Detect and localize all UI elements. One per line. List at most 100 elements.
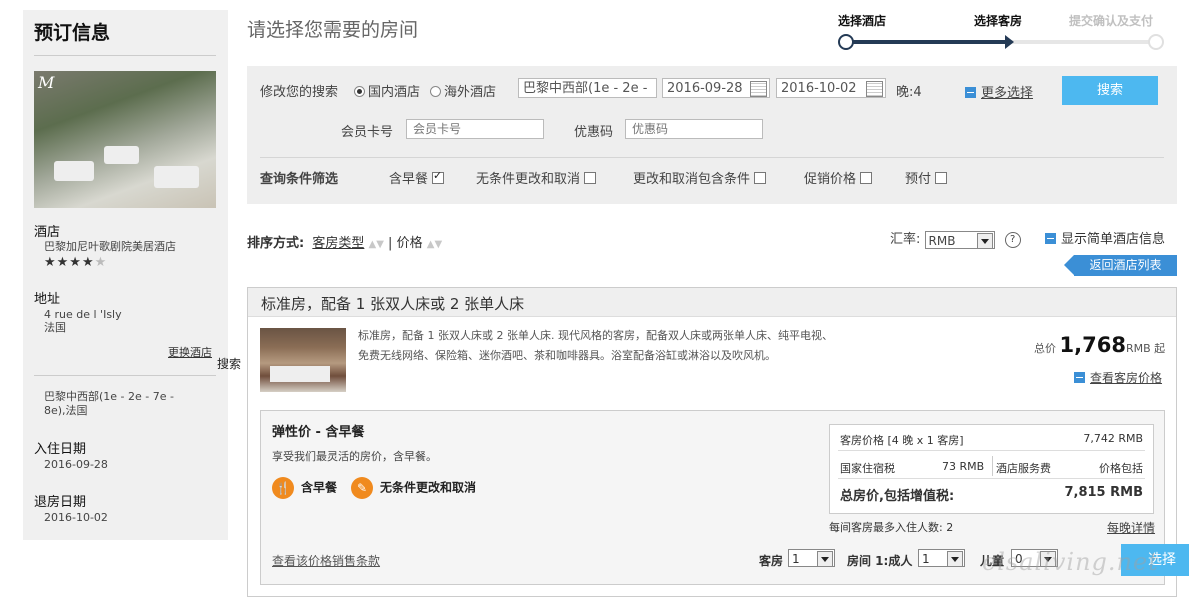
sidebar-title: 预订信息	[34, 22, 111, 44]
view-room-prices-link[interactable]: 查看客房价格	[1074, 369, 1162, 386]
currency-label: 汇率:	[890, 232, 921, 247]
checkout-date: 2016-10-02	[44, 511, 108, 524]
filter-prepaid[interactable]: 预付	[905, 168, 948, 187]
edit-icon: ✎	[351, 477, 373, 499]
rooms-select[interactable]: 1	[788, 549, 835, 567]
room-header: 标准房，配备 1 张双人床或 2 张单人床	[248, 288, 1176, 317]
currency-select[interactable]: RMB	[924, 230, 995, 249]
checkout-label: 退房日期	[34, 495, 87, 510]
page-title: 请选择您需要的房间	[247, 19, 419, 41]
search-panel: 修改您的搜索 国内酒店 海外酒店 巴黎中西部(1e - 2e - 2016-09…	[247, 66, 1177, 204]
calendar-icon[interactable]	[866, 81, 883, 97]
back-to-list-button[interactable]: 返回酒店列表	[1064, 255, 1177, 276]
member-card-field[interactable]	[411, 121, 547, 137]
adults-select[interactable]: 1	[918, 549, 965, 567]
collapse-icon[interactable]	[1074, 372, 1085, 383]
chevron-down-icon[interactable]	[976, 232, 993, 249]
step-confirm-pay: 提交确认及支付	[1069, 14, 1154, 28]
radio-icon[interactable]	[430, 86, 441, 97]
filter-free-cancel[interactable]: 无条件更改和取消	[476, 168, 597, 187]
radio-selected-icon[interactable]	[354, 86, 365, 97]
step-select-room: 选择客房	[974, 14, 1023, 28]
rate-subtitle: 享受我们最灵活的房价，含早餐。	[272, 450, 437, 463]
sort-desc-icon[interactable]: ▼	[434, 239, 442, 250]
feature-breakfast: 🍴 含早餐	[272, 477, 337, 499]
checkout-input[interactable]: 2016-10-02	[776, 78, 886, 98]
divider	[34, 375, 216, 376]
sort-room-type[interactable]: 客房类型	[312, 236, 364, 251]
nights-count: 晚:4	[896, 85, 922, 100]
member-card-label: 会员卡号	[341, 125, 394, 140]
room-total-price: 总价 1,768RMB 起	[1034, 333, 1166, 357]
watermark: elsaliving.net	[982, 548, 1159, 576]
progress-arrow-icon	[1005, 35, 1014, 49]
promo-code-label: 优惠码	[574, 125, 614, 140]
promo-code-input[interactable]	[625, 119, 766, 139]
collapse-icon[interactable]	[1045, 233, 1056, 244]
progress-track-done	[848, 40, 1006, 44]
step-start-circle-icon	[838, 34, 854, 50]
simple-info-toggle[interactable]: 显示简单酒店信息	[1045, 228, 1165, 247]
booking-sidebar: 预订信息 M 酒店 巴黎加尼叶歌剧院美居酒店 ★★★★★ 地址 4 rue de…	[23, 10, 228, 540]
step-select-hotel: 选择酒店	[838, 14, 887, 28]
star-rating: ★★★★★	[44, 255, 108, 270]
sort-price[interactable]: 价格	[397, 236, 423, 251]
divider	[260, 157, 1164, 158]
feature-free-cancel: ✎ 无条件更改和取消	[351, 477, 476, 499]
nightly-details-link[interactable]: 每晚详情	[1107, 519, 1155, 536]
checkin-input[interactable]: 2016-09-28	[662, 78, 770, 98]
sales-terms-link[interactable]: 查看该价格销售条款	[272, 552, 380, 569]
calendar-icon[interactable]	[750, 81, 767, 97]
chevron-down-icon[interactable]	[817, 551, 833, 567]
collapse-icon[interactable]	[965, 87, 976, 98]
change-hotel-link[interactable]: 更换酒店	[168, 344, 212, 360]
hotel-photo: M	[34, 71, 216, 208]
hotel-name: 巴黎加尼叶歌剧院美居酒店	[44, 240, 176, 253]
checkbox-icon[interactable]	[584, 172, 597, 184]
filter-breakfast[interactable]: 含早餐	[389, 168, 445, 187]
checkbox-icon[interactable]	[860, 172, 873, 184]
room-title: 标准房，配备 1 张双人床或 2 张单人床	[261, 295, 525, 313]
progress-steps: 选择酒店 选择客房 提交确认及支付	[838, 12, 1178, 57]
mercure-logo: M	[38, 73, 55, 92]
hotel-label: 酒店	[34, 225, 61, 240]
checkbox-icon[interactable]	[754, 172, 767, 184]
address-label: 地址	[34, 292, 61, 307]
destination-input[interactable]: 巴黎中西部(1e - 2e -	[518, 78, 657, 98]
filter-conditional-cancel[interactable]: 更改和取消包含条件	[633, 168, 767, 187]
checkin-label: 入住日期	[34, 442, 87, 457]
district-line1: 巴黎中西部(1e - 2e - 7e -	[44, 390, 174, 403]
address-line1: 4 rue de l 'Isly	[44, 308, 122, 321]
room-photo[interactable]	[260, 328, 346, 392]
radio-overseas[interactable]: 海外酒店	[430, 81, 496, 100]
search-button[interactable]: 搜索	[1062, 76, 1158, 105]
filter-label: 查询条件筛选	[260, 172, 339, 187]
district-line2: 8e),法国	[44, 404, 88, 417]
sort-label: 排序方式:	[247, 236, 305, 251]
address-line2: 法国	[44, 321, 66, 334]
currency-selector: 汇率: RMB ?	[890, 228, 1021, 249]
more-options-link[interactable]: 更多选择	[965, 82, 1033, 101]
price-breakdown: 客房价格 [4 晚 x 1 客房] 7,742 RMB 国家住宿税 73 RMB…	[829, 424, 1154, 514]
divider	[34, 55, 216, 56]
rate-title: 弹性价 - 含早餐	[272, 425, 365, 440]
checkbox-checked-icon[interactable]	[432, 169, 445, 184]
chevron-down-icon[interactable]	[947, 551, 963, 567]
modify-search-label: 修改您的搜索	[260, 85, 339, 100]
sort-separator: |	[388, 236, 393, 251]
help-icon[interactable]: ?	[1004, 231, 1021, 248]
checkin-date: 2016-09-28	[44, 458, 108, 471]
filter-promo-price[interactable]: 促销价格	[804, 168, 873, 187]
radio-domestic[interactable]: 国内酒店	[354, 81, 420, 100]
room-description: 标准房，配备 1 张双人床或 2 张单人床. 现代风格的客房，配备双人床或两张单…	[358, 329, 833, 362]
member-card-input[interactable]	[406, 119, 547, 139]
sort-desc-icon[interactable]: ▼	[376, 239, 384, 250]
fork-spoon-icon: 🍴	[272, 477, 294, 499]
sort-bar: 排序方式: 客房类型 ▲▼ | 价格 ▲▼	[247, 232, 442, 251]
stray-search-text: 搜索	[217, 357, 242, 371]
promo-code-field[interactable]	[630, 121, 766, 137]
adults-label: 房间 1:成人	[847, 554, 913, 568]
progress-track-remaining	[1008, 40, 1156, 44]
checkbox-icon[interactable]	[935, 172, 948, 184]
step-end-circle-icon	[1148, 34, 1164, 50]
